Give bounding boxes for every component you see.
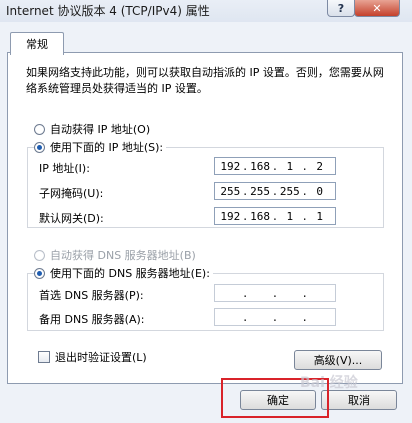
description-text: 如果网络支持此功能，则可以获取自动指派的 IP 设置。否则，您需要从网络系统管理…	[26, 66, 384, 95]
dot-separator: .	[271, 184, 279, 198]
manual-dns-radio[interactable]: 使用下面的 DNS 服务器地址(E):	[34, 265, 213, 281]
ip-octet: 1	[316, 209, 323, 223]
ip-octet: 1	[286, 209, 294, 223]
auto-dns-label: 自动获得 DNS 服务器地址(B)	[50, 249, 196, 262]
auto-ip-radio[interactable]: 自动获得 IP 地址(O)	[34, 121, 150, 137]
dot-separator: .	[271, 310, 279, 324]
tab-general-label: 常规	[26, 38, 48, 51]
dot-separator: .	[241, 209, 249, 223]
subnet-mask-label: 子网掩码(U):	[39, 187, 104, 200]
dot-separator: .	[301, 209, 309, 223]
ip-octet: 255	[220, 184, 241, 198]
ip-address-field[interactable]: 192. 168. 1. 2	[214, 157, 336, 175]
auto-dns-radio[interactable]: 自动获得 DNS 服务器地址(B)	[34, 247, 196, 263]
validate-on-exit-label: 退出时验证设置(L)	[55, 351, 147, 364]
ip-octet: 192	[220, 159, 241, 173]
radio-unchecked-icon	[34, 249, 45, 261]
preferred-dns-field[interactable]: . . .	[214, 284, 336, 302]
alternate-dns-field[interactable]: . . .	[214, 308, 336, 326]
advanced-button[interactable]: 高级(V)...	[294, 350, 382, 370]
advanced-button-label: 高级(V)...	[313, 354, 363, 367]
dot-separator: .	[241, 159, 249, 173]
ip-octet: 192	[220, 209, 241, 223]
default-gateway-field[interactable]: 192. 168. 1. 1	[214, 207, 336, 225]
ip-octet: 168	[250, 209, 270, 223]
ip-octet: 0	[316, 184, 323, 198]
help-button[interactable]: ?	[327, 0, 355, 17]
subnet-mask-field[interactable]: 255. 255. 255. 0	[214, 182, 336, 200]
manual-ip-radio[interactable]: 使用下面的 IP 地址(S):	[34, 139, 167, 155]
tab-strip: 常规	[0, 22, 412, 55]
ip-octet: 1	[286, 159, 294, 173]
tab-general[interactable]: 常规	[10, 32, 64, 55]
help-icon: ?	[337, 1, 345, 15]
validate-on-exit-checkbox[interactable]: 退出时验证设置(L)	[38, 349, 147, 365]
manual-ip-label: 使用下面的 IP 地址(S):	[50, 141, 164, 154]
close-button[interactable]: ✕	[354, 0, 400, 17]
auto-ip-label: 自动获得 IP 地址(O)	[50, 123, 151, 136]
dot-separator: .	[241, 286, 249, 300]
checkbox-unchecked-icon	[38, 351, 50, 363]
window-title: Internet 协议版本 4 (TCP/IPv4) 属性	[6, 4, 210, 18]
default-gateway-label: 默认网关(D):	[39, 212, 104, 225]
dot-separator: .	[301, 159, 309, 173]
watermark: Bai 经验	[300, 375, 358, 391]
radio-unchecked-icon	[34, 123, 45, 135]
ip-octet: 255	[279, 184, 300, 198]
dot-separator: .	[301, 286, 309, 300]
ip-octet: 168	[250, 159, 270, 173]
dot-separator: .	[271, 209, 279, 223]
dot-separator: .	[301, 310, 309, 324]
preferred-dns-label: 首选 DNS 服务器(P):	[39, 289, 144, 302]
manual-dns-label: 使用下面的 DNS 服务器地址(E):	[50, 267, 210, 280]
general-panel: 如果网络支持此功能，则可以获取自动指派的 IP 设置。否则，您需要从网络系统管理…	[7, 52, 403, 384]
cancel-button[interactable]: 取消	[321, 390, 397, 410]
alternate-dns-label: 备用 DNS 服务器(A):	[39, 313, 145, 326]
dot-separator: .	[301, 184, 309, 198]
ip-address-label: IP 地址(I):	[39, 162, 90, 175]
ip-octet: 2	[316, 159, 323, 173]
dot-separator: .	[241, 310, 249, 324]
dot-separator: .	[271, 286, 279, 300]
close-icon: ✕	[372, 1, 382, 15]
radio-checked-icon	[34, 267, 45, 279]
cancel-button-label: 取消	[348, 394, 370, 407]
title-bar: Internet 协议版本 4 (TCP/IPv4) 属性 ? ✕	[0, 0, 412, 23]
radio-checked-icon	[34, 141, 45, 153]
ip-octet: 255	[250, 184, 270, 198]
dot-separator: .	[271, 159, 279, 173]
dot-separator: .	[241, 184, 249, 198]
